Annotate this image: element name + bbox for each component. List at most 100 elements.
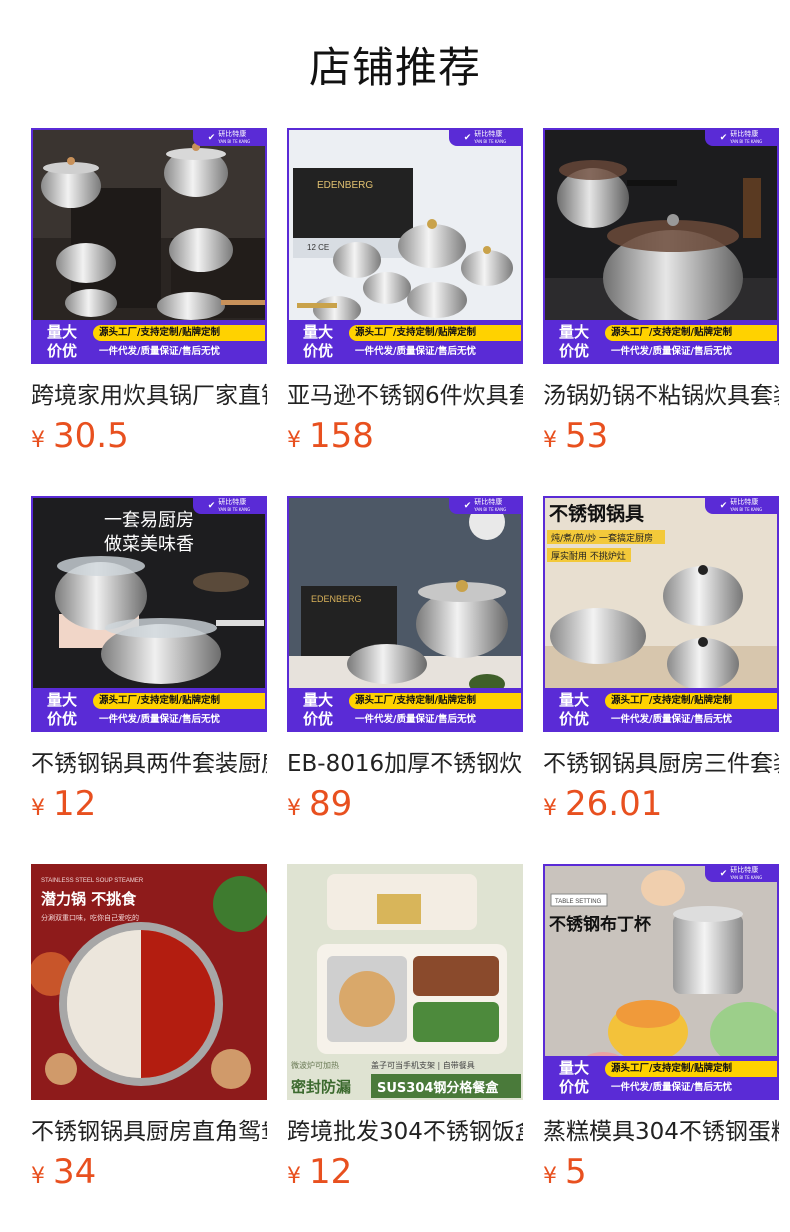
product-card[interactable]: 不锈钢锅具 炖/煮/煎/炒 一套搞定厨房 厚实耐用 不挑炉灶 ✔ 研比特康 YAN … [543,496,779,824]
product-price: ¥30.5 [31,416,129,456]
brand-badge: ✔ 研比特康 YAN BI TE KANG [705,866,777,882]
promo-banner: 量大 价优 源头工厂/支持定制/贴牌定制一件代发/质量保证/售后无忧 [287,688,523,732]
product-card[interactable]: 一套易厨房 做菜美味香 ✔ 研比特康 YAN BI TE KANG 量大 价优 源头工厂/… [31,496,267,824]
product-price: ¥34 [31,1152,96,1192]
promo-line: 一件代发/质量保证/售后无忧 [611,713,732,725]
promo-line: 一件代发/质量保证/售后无忧 [355,713,476,725]
brand-badge: ✔ 研比特康 YAN BI TE KANG [705,498,777,514]
product-price: ¥12 [31,784,96,824]
price-value: 5 [565,1152,587,1192]
product-card[interactable]: EDENBERG ✔ 研比特康 YAN BI TE KANG 量大 价优 源头工厂/支持定… [287,496,523,824]
product-card[interactable]: 微波炉可加热 盖子可当手机支架 | 自带餐具 密封防漏 SUS304钢分格餐盒 … [287,864,523,1192]
promo-line: 源头工厂/支持定制/贴牌定制 [93,692,265,709]
product-title[interactable]: 亚马逊不锈钢6件炊具套装 [287,376,523,410]
price-value: 53 [565,416,609,456]
product-price: ¥5 [543,1152,587,1192]
promo-tag-line: 价优 [46,342,77,360]
product-image[interactable]: ✔ 研比特康 YAN BI TE KANG 量大 价优 源头工厂/支持定制/贴牌定制 一件代… [31,128,267,364]
promo-tag-line: 价优 [302,342,333,360]
brand-logo-icon: ✔ [719,869,728,879]
brand-logo-icon: ✔ [719,501,728,511]
product-image[interactable]: ✔ 研比特康 YAN BI TE KANG 量大 价优 源头工厂/支持定制/贴牌定制 一件代… [543,128,779,364]
product-image[interactable]: EDENBERG 12 CE ✔ 研比特康 YAN BI TE KANG 量大 价优 源头… [287,128,523,364]
brand-name: 研比特康 [730,498,759,506]
overlay-text: 不锈钢布丁杯 [549,914,651,935]
price-value: 30.5 [53,416,129,456]
brand-badge: ✔ 研比特康 YAN BI TE KANG [449,130,521,146]
product-title[interactable]: 不锈钢锅具厨房三件套装 [543,744,779,778]
product-title[interactable]: 不锈钢锅具两件套装厨房 [31,744,267,778]
overlay-text: 做菜美味香 [104,534,194,555]
promo-line: 一件代发/质量保证/售后无忧 [355,345,476,357]
product-price: ¥158 [287,416,374,456]
product-title[interactable]: 蒸糕模具304不锈钢蛋糕杯 [543,1112,779,1146]
product-title[interactable]: 跨境批发304不锈钢饭盒 [287,1112,523,1146]
promo-tag: 量大 价优 [543,688,605,732]
promo-tag-line: 量大 [558,323,589,341]
product-price: ¥53 [543,416,608,456]
product-image[interactable]: STAINLESS STEEL SOUP STEAMER 潜力锅 不挑食 分涮双… [31,864,267,1100]
promo-tag-line: 价优 [46,710,77,728]
product-image[interactable]: 微波炉可加热 盖子可当手机支架 | 自带餐具 密封防漏 SUS304钢分格餐盒 [287,864,523,1100]
promo-line: 源头工厂/支持定制/贴牌定制 [605,324,777,341]
product-image[interactable]: EDENBERG ✔ 研比特康 YAN BI TE KANG 量大 价优 源头工厂/支持定… [287,496,523,732]
brand-logo-icon: ✔ [719,133,728,143]
product-card[interactable]: ✔ 研比特康 YAN BI TE KANG 量大 价优 源头工厂/支持定制/贴牌定制 一件代… [543,128,779,456]
product-card[interactable]: STAINLESS STEEL SOUP STEAMER 潜力锅 不挑食 分涮双… [31,864,267,1192]
currency-symbol: ¥ [543,1164,557,1189]
overlay-text: 一套易厨房 [104,510,194,531]
product-title[interactable]: 不锈钢锅具厨房直角鸳鸯锅 [31,1112,267,1146]
product-card[interactable]: ✔ 研比特康 YAN BI TE KANG 量大 价优 源头工厂/支持定制/贴牌定制 一件代… [31,128,267,456]
brand-name-en: YAN BI TE KANG [218,139,251,144]
price-value: 12 [309,1152,353,1192]
product-title[interactable]: 跨境家用炊具锅厂家直销 [31,376,267,410]
promo-tag: 量大 价优 [543,1056,605,1100]
product-card[interactable]: EDENBERG 12 CE ✔ 研比特康 YAN BI TE KANG 量大 价优 源头… [287,128,523,456]
currency-symbol: ¥ [31,1164,45,1189]
box-brand-text: EDENBERG [311,594,362,604]
price-value: 158 [309,416,374,456]
overlay-text: 不锈钢锅具 [549,502,644,525]
product-image[interactable]: TABLE SETTING 不锈钢布丁杯 ✔ 研比特康 YAN BI TE KANG… [543,864,779,1100]
promo-line: 源头工厂/支持定制/贴牌定制 [605,1060,777,1077]
brand-badge: ✔ 研比特康 YAN BI TE KANG [449,498,521,514]
promo-line: 源头工厂/支持定制/贴牌定制 [605,692,777,709]
price-value: 34 [53,1152,97,1192]
product-title[interactable]: 汤锅奶锅不粘锅炊具套装 [543,376,779,410]
promo-banner: 量大 价优 源头工厂/支持定制/贴牌定制 一件代发/质量保证/售后无忧 [287,320,523,364]
currency-symbol: ¥ [287,428,301,453]
product-title[interactable]: EB-8016加厚不锈钢炊具 [287,744,523,778]
promo-line: 源头工厂/支持定制/贴牌定制 [349,324,521,341]
overlay-text: TABLE SETTING [555,899,602,905]
product-image[interactable]: 一套易厨房 做菜美味香 ✔ 研比特康 YAN BI TE KANG 量大 价优 源头工厂/… [31,496,267,732]
brand-name-en: YAN BI TE KANG [474,507,507,512]
promo-tag-line: 价优 [558,342,589,360]
price-value: 89 [309,784,353,824]
promo-tag: 量大 价优 [287,688,349,732]
overlay-text: 盖子可当手机支架 | 自带餐具 [371,1060,475,1070]
overlay-text: SUS304钢分格餐盒 [377,1080,499,1096]
product-image[interactable]: 不锈钢锅具 炖/煮/煎/炒 一套搞定厨房 厚实耐用 不挑炉灶 ✔ 研比特康 YAN … [543,496,779,732]
promo-tag: 量大 价优 [543,320,605,364]
currency-symbol: ¥ [287,796,301,821]
promo-line: 源头工厂/支持定制/贴牌定制 [349,692,521,709]
promo-line: 一件代发/质量保证/售后无忧 [99,713,220,725]
overlay-text: 分涮双重口味，吃你自己爱吃的 [41,913,139,922]
brand-name-en: YAN BI TE KANG [730,875,763,880]
overlay-text: 密封防漏 [291,1078,351,1096]
currency-symbol: ¥ [543,796,557,821]
brand-name-en: YAN BI TE KANG [218,507,251,512]
promo-tag-line: 量大 [46,691,77,709]
product-card[interactable]: TABLE SETTING 不锈钢布丁杯 ✔ 研比特康 YAN BI TE KANG… [543,864,779,1192]
promo-banner: 量大 价优 源头工厂/支持定制/贴牌定制 一件代发/质量保证/售后无忧 [543,320,779,364]
currency-symbol: ¥ [543,428,557,453]
promo-banner: 量大 价优 源头工厂/支持定制/贴牌定制 一件代发/质量保证/售后无忧 [31,320,267,364]
currency-symbol: ¥ [31,796,45,821]
brand-name: 研比特康 [218,130,247,138]
promo-banner: 量大 价优 源头工厂/支持定制/贴牌定制一件代发/质量保证/售后无忧 [543,1056,779,1100]
brand-name: 研比特康 [218,498,247,506]
promo-line: 一件代发/质量保证/售后无忧 [611,1081,732,1093]
brand-name: 研比特康 [730,866,759,874]
promo-tag-line: 价优 [558,1078,589,1096]
brand-name-en: YAN BI TE KANG [474,139,507,144]
